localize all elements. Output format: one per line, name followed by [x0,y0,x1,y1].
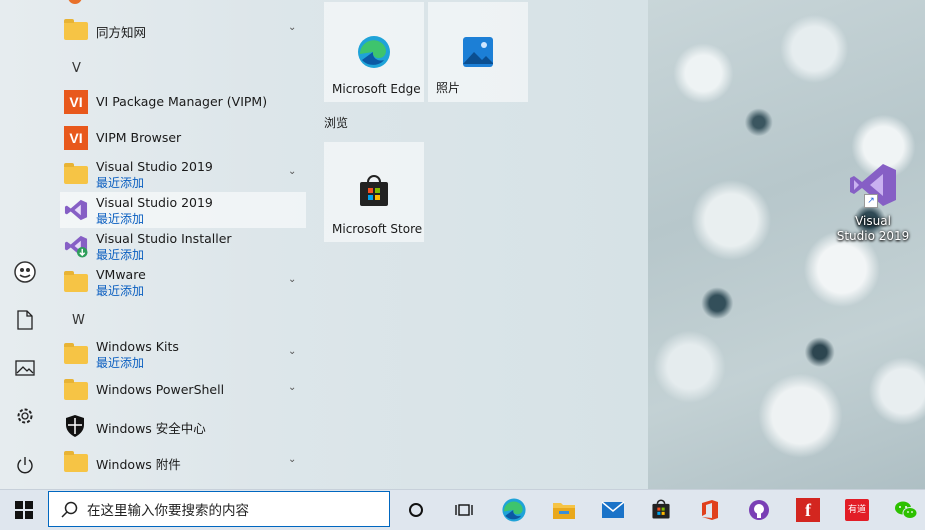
app-vs2019[interactable]: Visual Studio 2019 最近添加 [60,192,306,228]
vi-icon: VI [64,126,88,150]
document-icon[interactable] [13,308,37,332]
folder-icon [64,378,88,402]
app-powershell[interactable]: Windows PowerShell ⌄ [60,372,306,408]
app-name: Visual Studio 2019 [96,195,213,210]
recently-added-label: 最近添加 [96,356,145,370]
wechat-icon[interactable] [882,490,925,530]
office-icon[interactable] [686,490,734,530]
start-button[interactable] [0,490,48,530]
chevron-down-icon: ⌄ [288,382,297,393]
edge-icon[interactable] [490,490,538,530]
desktop-wallpaper: ↗ Visual Studio 2019 [648,0,925,489]
app-vmware[interactable]: VMware 最近添加 ⌄ [60,264,306,300]
app-name: Visual Studio 2019 [96,159,213,174]
shortcut-label-line2: Studio 2019 [836,229,910,243]
app-name: Windows 安全中心 [96,421,206,436]
edge-icon [356,34,392,70]
recently-added-label: 最近添加 [96,176,145,190]
tile-store[interactable]: Microsoft Store [324,142,424,242]
tile-label: Microsoft Edge [332,82,421,96]
avatar-icon[interactable] [13,260,37,284]
photos-icon [460,34,496,70]
visual-studio-icon [64,198,88,222]
folder-icon [64,18,88,42]
app-name: Windows Kits [96,339,179,354]
task-view-icon[interactable] [440,490,488,530]
github-icon[interactable] [735,490,783,530]
shield-icon [64,414,88,438]
start-rail [0,0,50,489]
app-vs2019-folder[interactable]: Visual Studio 2019 最近添加 ⌄ [60,156,306,192]
folder-icon [64,270,88,294]
store-icon [356,174,392,210]
desktop-shortcut-visual-studio[interactable]: ↗ Visual Studio 2019 [833,160,913,244]
tile-edge[interactable]: Microsoft Edge [324,2,424,102]
app-windows-accessories[interactable]: Windows 附件 ⌄ [60,444,306,480]
search-icon [61,501,79,522]
app-name: Windows 附件 [96,457,181,472]
taskbar: f 有道 [0,489,925,530]
youdao-icon[interactable]: 有道 [833,490,881,530]
tile-area: Microsoft Edge 照片 浏览 Microsoft Store [324,0,648,489]
chevron-down-icon: ⌄ [288,454,297,465]
app-windows-security[interactable]: Windows 安全中心 [60,408,306,444]
app-name: Windows PowerShell [96,382,225,397]
windows-logo-icon [15,501,33,519]
file-explorer-icon[interactable] [540,490,588,530]
app-vs-installer[interactable]: Visual Studio Installer 最近添加 [60,228,306,264]
app-name: VMware [96,267,146,282]
app-name: Visual Studio Installer [96,231,232,246]
app-list[interactable]: 同方知网 ⌄ V VI VI Package Manager (VIPM) VI… [60,0,306,489]
tile-label: 照片 [436,81,461,95]
mail-icon[interactable] [589,490,637,530]
visual-studio-icon: ↗ [848,160,898,210]
recently-added-label: 最近添加 [96,284,145,298]
start-menu: 同方知网 ⌄ V VI VI Package Manager (VIPM) VI… [0,0,648,489]
app-tongfang[interactable]: 同方知网 ⌄ [60,12,306,48]
app-windows-kits[interactable]: Windows Kits 最近添加 ⌄ [60,336,306,372]
chevron-down-icon: ⌄ [288,274,297,285]
foxit-icon[interactable]: f [784,490,832,530]
shortcut-arrow-icon: ↗ [864,194,878,208]
settings-icon[interactable] [13,404,37,428]
tile-photos[interactable]: 照片 [428,2,528,102]
app-name: VIPM Browser [96,130,182,145]
shortcut-label-line1: Visual [855,214,891,228]
folder-icon [64,162,88,186]
cortana-icon[interactable] [392,490,440,530]
chevron-down-icon: ⌄ [288,346,297,357]
recently-added-label: 最近添加 [96,212,145,226]
power-icon[interactable] [13,453,37,477]
letter-w[interactable]: W [72,313,85,328]
app-vipm[interactable]: VI VI Package Manager (VIPM) [60,84,306,120]
app-vipm-browser[interactable]: VI VIPM Browser [60,120,306,156]
folder-icon [64,342,88,366]
recently-added-label: 最近添加 [96,248,145,262]
search-input[interactable] [87,498,377,520]
store-icon[interactable] [637,490,685,530]
letter-v[interactable]: V [72,61,81,76]
app-name: VI Package Manager (VIPM) [96,94,268,109]
tile-group-title[interactable]: 浏览 [324,114,348,131]
pictures-icon[interactable] [13,356,37,380]
chevron-down-icon: ⌄ [288,166,297,177]
vi-icon: VI [64,90,88,114]
folder-icon [64,450,88,474]
tile-label: Microsoft Store [332,222,423,236]
taskbar-search-box[interactable] [48,491,390,527]
chevron-down-icon: ⌄ [288,22,297,33]
visual-studio-installer-icon [64,234,88,258]
app-name: 同方知网 [96,25,147,40]
partial-app-icon [68,0,82,4]
